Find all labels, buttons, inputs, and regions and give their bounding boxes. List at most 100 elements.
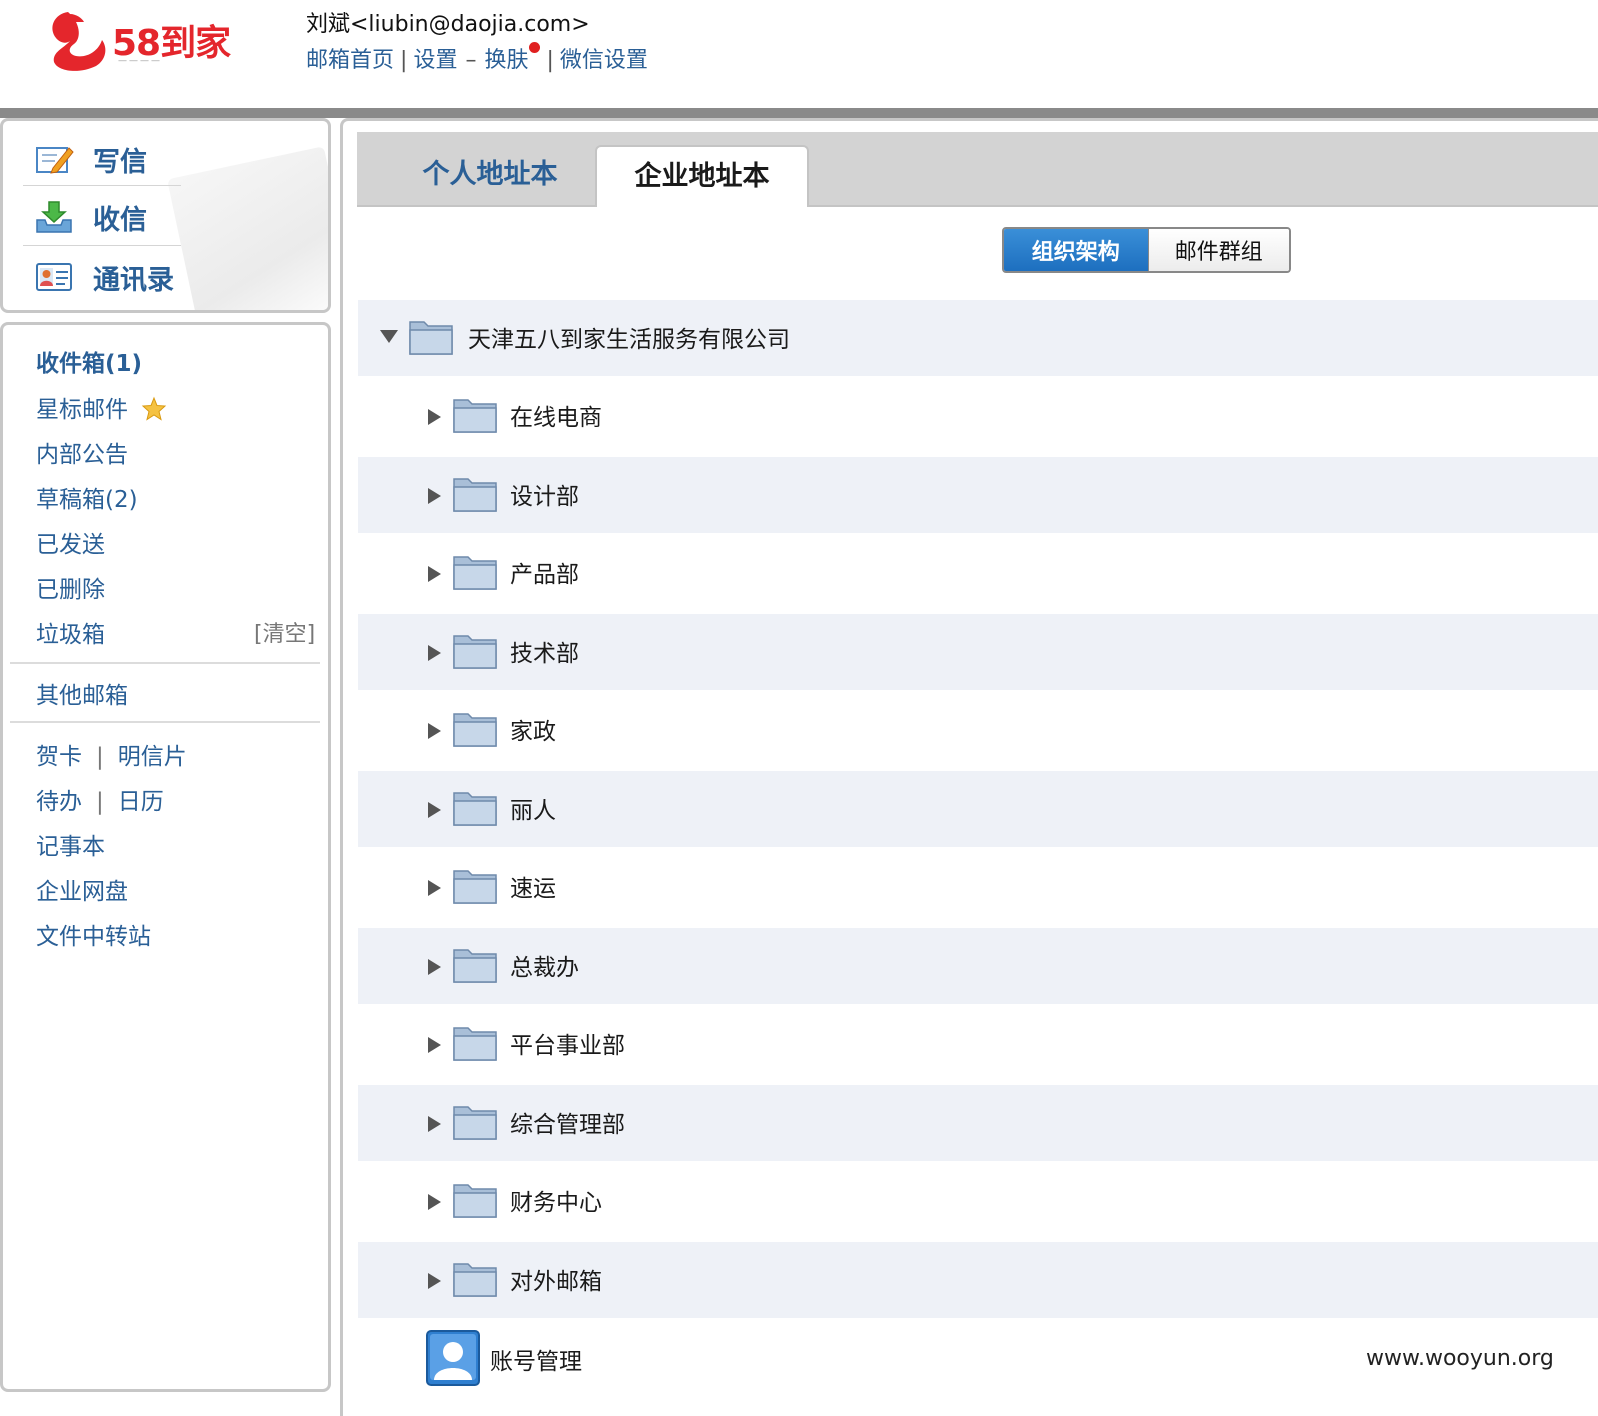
todo-link[interactable]: 待办 <box>36 789 82 815</box>
tab-personal-address-book[interactable]: 个人地址本 <box>420 145 560 205</box>
expand-arrow-icon[interactable] <box>428 566 441 582</box>
expand-arrow-icon[interactable] <box>428 880 441 896</box>
brand-logo[interactable]: 58到家 ———— <box>46 8 246 74</box>
compose-icon <box>36 147 74 174</box>
receive-label: 收信 <box>93 204 147 236</box>
tree-node-row[interactable]: 技术部 <box>358 614 1598 690</box>
tool-row-cards: 贺卡 | 明信片 <box>36 737 187 771</box>
nav-dash: – <box>465 48 477 73</box>
nav-separator: | <box>400 48 408 73</box>
mail-home-link[interactable]: 邮箱首页 <box>306 42 394 74</box>
notebook-link[interactable]: 记事本 <box>36 827 105 861</box>
mail-groups-button[interactable]: 邮件群组 <box>1147 229 1289 271</box>
tree-node-label: 对外邮箱 <box>510 1269 602 1295</box>
contacts-button[interactable]: 通讯录 <box>23 249 183 305</box>
folder-icon <box>453 478 497 512</box>
folder-announcements[interactable]: 内部公告 <box>36 435 128 469</box>
notification-dot-icon <box>529 42 541 53</box>
wechat-settings-link[interactable]: 微信设置 <box>560 42 648 74</box>
tool-separator: | <box>96 789 104 815</box>
folder-inbox[interactable]: 收件箱(1) <box>36 344 142 378</box>
folder-deleted[interactable]: 已删除 <box>36 570 105 604</box>
watermark: www.wooyun.org <box>1366 1346 1554 1371</box>
tree-node-label: 总裁办 <box>510 955 579 981</box>
expand-arrow-icon[interactable] <box>428 488 441 504</box>
expand-arrow-icon[interactable] <box>428 409 441 425</box>
collapse-arrow-icon[interactable] <box>380 330 398 343</box>
folder-starred[interactable]: 星标邮件 <box>36 390 167 424</box>
folder-icon <box>453 792 497 826</box>
tree-root-row[interactable]: 天津五八到家生活服务有限公司 <box>358 300 1598 376</box>
divider <box>10 721 320 723</box>
tool-separator: | <box>96 744 104 770</box>
tree-node-label: 速运 <box>510 876 556 902</box>
expand-arrow-icon[interactable] <box>428 1116 441 1132</box>
folder-icon <box>453 1263 497 1297</box>
top-nav: 邮箱首页 | 设置 – 换肤 | 微信设置 <box>306 42 648 74</box>
compose-button[interactable]: 写信 <box>23 131 183 187</box>
calendar-link[interactable]: 日历 <box>118 789 164 815</box>
tree-node-label: 设计部 <box>510 484 579 510</box>
settings-link[interactable]: 设置 <box>413 42 457 74</box>
expand-arrow-icon[interactable] <box>428 1273 441 1289</box>
inbox-download-icon <box>36 201 72 233</box>
tree-node-label: 综合管理部 <box>510 1112 625 1138</box>
tab-enterprise-address-book[interactable]: 企业地址本 <box>595 145 809 207</box>
expand-arrow-icon[interactable] <box>428 1037 441 1053</box>
tree-node-row[interactable]: 总裁办 <box>358 928 1598 1004</box>
skin-link[interactable]: 换肤 <box>484 42 528 74</box>
divider <box>23 245 181 246</box>
expand-arrow-icon[interactable] <box>428 723 441 739</box>
folder-icon <box>453 870 497 904</box>
header: 58到家 ———— 刘斌<liubin@daojia.com> 邮箱首页 | 设置 –… <box>0 0 1598 108</box>
account-management-link[interactable]: 账号管理 <box>490 1342 582 1376</box>
user-identity: 刘斌<liubin@daojia.com> <box>306 12 590 37</box>
nav-separator: | <box>546 48 554 73</box>
quick-actions-panel: 写信 收信 通讯录 <box>0 118 331 313</box>
postcard-link[interactable]: 明信片 <box>118 744 187 770</box>
divider <box>10 662 320 664</box>
compose-label: 写信 <box>93 146 147 178</box>
contacts-card-icon <box>36 263 72 291</box>
receive-button[interactable]: 收信 <box>23 189 183 245</box>
folder-sent[interactable]: 已发送 <box>36 525 105 559</box>
clear-spam-link[interactable]: [清空] <box>254 616 315 648</box>
tree-node-row[interactable]: 对外邮箱 <box>358 1242 1598 1318</box>
tree-node-row[interactable]: 在线电商 <box>358 378 1598 454</box>
brand-tagline: ———— <box>118 56 162 66</box>
expand-arrow-icon[interactable] <box>428 802 441 818</box>
file-transfer-link[interactable]: 文件中转站 <box>36 917 151 951</box>
folder-icon <box>453 1106 497 1140</box>
tree-node-row[interactable]: 财务中心 <box>358 1163 1598 1239</box>
tree-node-row[interactable]: 速运 <box>358 849 1598 925</box>
divider <box>23 185 181 186</box>
tree-node-label: 平台事业部 <box>510 1033 625 1059</box>
tree-node-label: 技术部 <box>510 641 579 667</box>
org-structure-button[interactable]: 组织架构 <box>1004 229 1148 271</box>
tree-node-label: 在线电商 <box>510 405 602 431</box>
greeting-card-link[interactable]: 贺卡 <box>36 744 82 770</box>
tree-node-label: 丽人 <box>510 798 556 824</box>
tree-node-label: 财务中心 <box>510 1190 602 1216</box>
tree-node-row[interactable]: 家政 <box>358 692 1598 768</box>
netdisk-link[interactable]: 企业网盘 <box>36 872 128 906</box>
folder-icon <box>409 321 453 355</box>
folder-spam[interactable]: 垃圾箱 <box>36 615 105 649</box>
folder-icon <box>453 949 497 983</box>
expand-arrow-icon[interactable] <box>428 1194 441 1210</box>
tree-node-row[interactable]: 平台事业部 <box>358 1006 1598 1082</box>
tree-node-row[interactable]: 设计部 <box>358 457 1598 533</box>
expand-arrow-icon[interactable] <box>428 959 441 975</box>
envelope-decoration <box>167 146 328 310</box>
tree-node-row[interactable]: 丽人 <box>358 771 1598 847</box>
folder-icon <box>453 1184 497 1218</box>
folder-drafts[interactable]: 草稿箱(2) <box>36 480 138 514</box>
folder-other-mailboxes[interactable]: 其他邮箱 <box>36 676 128 710</box>
view-toggle: 组织架构 邮件群组 <box>1002 227 1291 273</box>
account-user-icon <box>426 1330 480 1386</box>
tree-node-row[interactable]: 综合管理部 <box>358 1085 1598 1161</box>
expand-arrow-icon[interactable] <box>428 645 441 661</box>
folder-icon <box>453 556 497 590</box>
tree-node-row[interactable]: 产品部 <box>358 535 1598 611</box>
tool-row-todo: 待办 | 日历 <box>36 782 164 816</box>
